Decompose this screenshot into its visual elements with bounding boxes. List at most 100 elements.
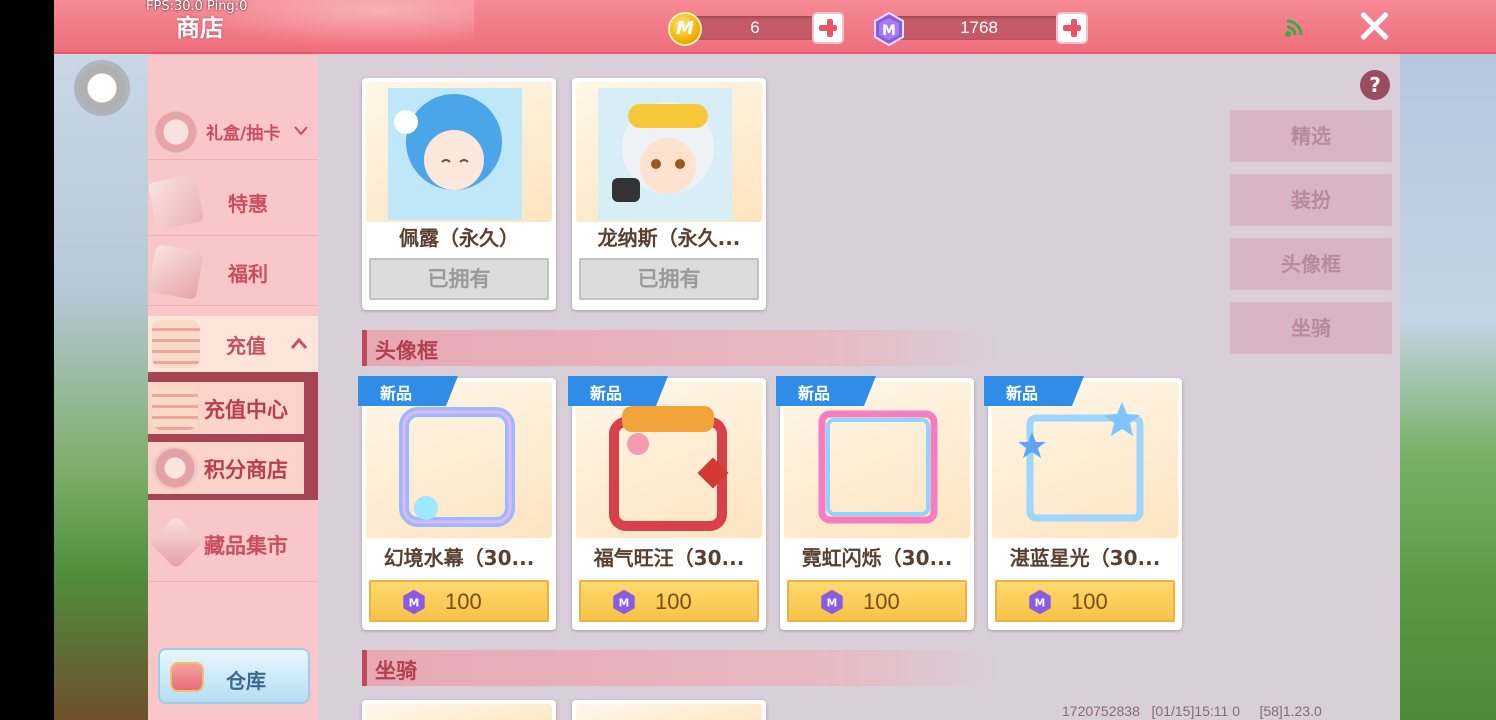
warehouse-chest-icon [170,662,204,692]
mount-art [576,704,762,720]
owned-status-button: 已拥有 [579,258,759,300]
svg-text:M: M [619,597,630,610]
skin-card[interactable]: 佩露（永久） 已拥有 [362,78,556,310]
mount-art [366,704,552,720]
frame-card[interactable]: 新品 霓虹闪烁（30... M 100 [776,376,974,630]
submenu-item-label: 充值中心 [204,398,288,422]
gem-collection-icon [148,514,204,570]
skin-art [576,82,762,222]
sidebar-item-gift-box[interactable]: 礼盒/抽卡 [148,104,318,160]
category-sidebar: 礼盒/抽卡 特惠 福利 充值 充值中心 积分商店 藏品集市 [147,54,318,720]
svg-text:M: M [1035,597,1046,610]
tab-mount[interactable]: 坐骑 [1230,302,1392,354]
sidebar-item-label: 福利 [228,262,268,286]
skin-name: 佩露（永久） [399,226,519,250]
fps-ping-readout: FPS:30.0 Ping:0 [146,0,248,14]
screen-letterbox [0,0,54,720]
sidebar-item-special-offer[interactable]: 特惠 [147,168,318,236]
add-coin-button[interactable] [812,12,844,44]
svg-text:M: M [882,23,896,39]
add-gem-button[interactable] [1056,12,1088,44]
tab-featured[interactable]: 精选 [1230,110,1392,162]
warehouse-label: 仓库 [226,669,266,693]
m-gem-icon: M [874,12,904,46]
m-gem-icon: M [821,589,843,615]
m-gem-icon: M [613,589,635,615]
svg-text:M: M [409,597,420,610]
section-header-avatar-frame: 头像框 [362,330,1002,366]
sidebar-item-label: 礼盒/抽卡 [206,124,281,144]
frame-card[interactable]: 新品 幻境水幕（30... M 100 [358,376,556,630]
skin-card[interactable]: 龙纳斯（永久... 已拥有 [572,78,766,310]
svg-text:M: M [827,597,838,610]
mount-card-partial[interactable] [572,700,766,720]
coin-stack-icon [152,386,198,430]
section-header-mount: 坐骑 [362,650,1002,686]
submenu-item-points-shop[interactable]: 积分商店 [148,442,304,494]
m-gem-icon: M [1029,589,1051,615]
skin-name: 龙纳斯（永久... [597,226,741,250]
submenu-item-recharge-center[interactable]: 充值中心 [148,382,304,434]
recharge-submenu: 充值中心 积分商店 [148,372,318,500]
record-button-icon[interactable] [74,60,130,116]
sidebar-item-recharge[interactable]: 充值 [148,316,318,372]
game-background-right [1400,54,1496,720]
help-icon[interactable]: ? [1360,70,1390,100]
warehouse-button[interactable]: 仓库 [158,648,310,704]
frame-name: 幻境水幕（30... [383,546,535,570]
gem-currency: 1768 M [872,12,1092,46]
gem-balance-bar: 1768 [894,16,1064,40]
discount-box-icon [147,173,205,231]
shop-screen: 商店 FPS:30.0 Ping:0 6 M 1768 M 礼盒/抽卡 特惠 福… [0,0,1496,720]
sidebar-item-label: 特惠 [228,192,268,216]
new-badge: 新品 [984,376,1084,406]
frame-name: 湛蓝星光（30... [1009,546,1161,570]
build-info: 1720752838 [01/15]15:11 0 [58]1.23.0 [1062,703,1322,719]
chevron-down-icon [294,126,308,136]
coin-stack-icon [152,320,200,368]
m-gem-icon: M [403,589,425,615]
frame-name: 霓虹闪烁（30... [801,546,953,570]
gift-box-icon [152,108,200,156]
mount-card-partial[interactable] [362,700,556,720]
sidebar-item-welfare[interactable]: 福利 [148,238,318,306]
sidebar-item-label: 充值 [226,334,266,358]
coin-balance: 6 [750,18,760,37]
buy-price-button[interactable]: M 100 [579,580,759,622]
shop-content-panel: ? 精选 装扮 头像框 坐骑 佩露（永久） 已拥有 龙纳斯（永久... 已拥有 … [318,54,1400,720]
price-value: 100 [863,589,900,614]
m-coin-icon [152,446,198,490]
new-badge: 新品 [776,376,876,406]
coin-balance-bar: 6 [690,16,820,40]
frame-card[interactable]: 新品 福气旺汪（30... M 100 [568,376,766,630]
price-value: 100 [445,589,482,614]
gem-balance: 1768 [960,18,998,37]
welfare-gift-icon [148,244,204,300]
frame-card[interactable]: 新品 湛蓝星光（30... M 100 [984,376,1182,630]
section-title: 坐骑 [375,659,417,683]
buy-price-button[interactable]: M 100 [995,580,1175,622]
close-icon[interactable] [1356,8,1392,44]
section-title: 头像框 [375,339,438,363]
sidebar-item-collection-market[interactable]: 藏品集市 [148,504,318,582]
network-signal-icon [1285,19,1303,37]
skin-art [366,82,552,222]
buy-price-button[interactable]: M 100 [787,580,967,622]
m-coin-icon: M [668,12,702,46]
new-badge: 新品 [568,376,668,406]
price-value: 100 [655,589,692,614]
tab-avatar-frame[interactable]: 头像框 [1230,238,1392,290]
new-badge: 新品 [358,376,458,406]
game-background-left [54,54,150,720]
coin-currency: 6 M [668,12,848,46]
buy-price-button[interactable]: M 100 [369,580,549,622]
owned-status-button: 已拥有 [369,258,549,300]
submenu-item-label: 积分商店 [204,458,288,482]
character-longnasi-portrait [598,88,732,220]
sidebar-item-label: 藏品集市 [204,534,288,558]
tab-outfit[interactable]: 装扮 [1230,174,1392,226]
character-pelu-portrait [388,88,522,220]
frame-name: 福气旺汪（30... [593,546,745,570]
chevron-up-icon [290,338,308,349]
price-value: 100 [1071,589,1108,614]
